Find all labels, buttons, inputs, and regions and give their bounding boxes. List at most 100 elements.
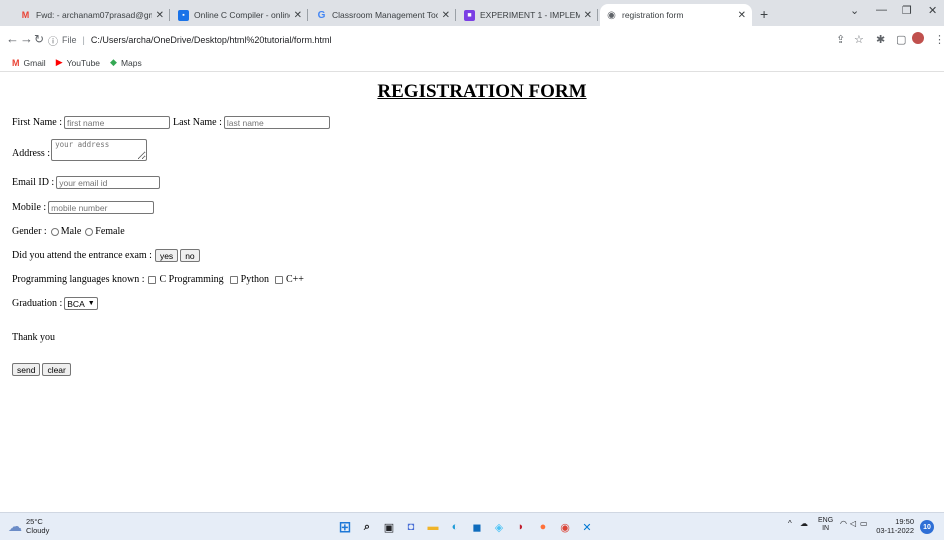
tab-gmail[interactable]: M Fwd: - archanam07prasad@gmai ✕ <box>14 4 170 26</box>
chrome-icon[interactable]: ◉ <box>556 518 574 536</box>
address-label: Address : <box>12 148 51 159</box>
reload-icon[interactable]: ↻ <box>34 32 44 46</box>
gmail-icon: M <box>12 57 20 68</box>
back-arrow-icon[interactable]: ← <box>6 32 19 46</box>
store-icon[interactable]: ◼ <box>468 518 486 536</box>
onedrive-icon[interactable]: ☁ <box>800 519 808 528</box>
globe-icon: ◉ <box>607 9 616 21</box>
clear-button[interactable]: clear <box>42 363 71 376</box>
tab-experiment[interactable]: ■ EXPERIMENT 1 - IMPLEMENT STA ✕ <box>458 4 598 26</box>
thank-you-text: Thank you <box>12 332 56 343</box>
vscode-icon[interactable]: ✕ <box>578 518 596 536</box>
lang-cpp-label: C++ <box>286 274 304 285</box>
gender-male-radio[interactable] <box>50 227 59 236</box>
actions-row: send clear <box>12 363 71 376</box>
first-name-input[interactable] <box>64 116 170 129</box>
tab-title: EXPERIMENT 1 - IMPLEMENT STA <box>480 10 580 20</box>
language-indicator[interactable]: ENG IN <box>818 517 833 533</box>
graduation-select[interactable]: BCA ▼ <box>64 297 98 310</box>
taskbar: ☁ 25°C Cloudy ⊞ ⌕ ▣ ◘ ▬ ◐ ◼ ◈ ◗ ● ◉ ✕ ^ … <box>0 512 944 540</box>
forward-arrow-icon[interactable]: → <box>20 32 33 46</box>
minimize-icon[interactable]: — <box>876 4 887 16</box>
mobile-row: Mobile : <box>12 201 155 214</box>
wifi-icon[interactable]: ◠ <box>840 519 847 528</box>
bookmark-star-icon[interactable]: ☆ <box>854 33 864 46</box>
google-icon: G <box>317 9 326 21</box>
search-icon[interactable]: ⌕ <box>358 518 376 536</box>
tab-classroom-tools[interactable]: G Classroom Management Tools & ✕ <box>310 4 456 26</box>
bookmark-label: Gmail <box>23 57 46 68</box>
mobile-input[interactable] <box>48 201 155 214</box>
window-close-icon[interactable]: ✕ <box>928 4 937 17</box>
tab-title: Classroom Management Tools & <box>332 10 438 20</box>
tab-title: Fwd: - archanam07prasad@gmai <box>36 10 152 20</box>
page-content: REGISTRATION FORM First Name : Last Name… <box>0 73 944 513</box>
address-row: Address : <box>12 139 148 161</box>
task-view-icon[interactable]: ▣ <box>380 518 398 536</box>
tab-registration-form[interactable]: ◉ registration form ✕ <box>600 4 752 26</box>
system-clock[interactable]: 19:50 03-11-2022 <box>872 517 914 535</box>
lang-c-label: C Programming <box>159 274 224 285</box>
mcafee-icon[interactable]: ◗ <box>512 518 530 536</box>
close-icon[interactable]: ✕ <box>442 10 450 21</box>
chevron-down-icon[interactable]: ⌄ <box>850 4 859 17</box>
bookmarks-bar: M Gmail ▶ YouTube ◆ Maps <box>0 54 944 72</box>
lang-c-checkbox[interactable] <box>148 275 157 284</box>
graduation-label: Graduation : <box>12 298 63 309</box>
windows-start-icon[interactable]: ⊞ <box>336 518 354 536</box>
exam-yes-button[interactable]: yes <box>154 249 179 262</box>
language-region: IN <box>822 525 830 532</box>
close-icon[interactable]: ✕ <box>294 10 302 21</box>
chat-icon[interactable]: ◘ <box>402 518 420 536</box>
bookmark-label: YouTube <box>66 57 101 68</box>
extensions-icon[interactable]: ✱ <box>876 33 885 46</box>
restore-icon[interactable]: ❐ <box>902 4 912 17</box>
gender-female-label: Female <box>95 226 125 237</box>
new-tab-button[interactable]: + <box>760 6 768 22</box>
browser-toolbar: ← → ↻ ⓘ File | C:/Users/archa/OneDrive/D… <box>0 26 944 54</box>
info-icon[interactable]: ⓘ <box>48 33 58 48</box>
menu-kebab-icon[interactable]: ⋮ <box>934 33 944 46</box>
address-textarea[interactable] <box>51 139 148 161</box>
email-input[interactable] <box>56 176 161 189</box>
edge-icon[interactable]: ◐ <box>446 518 464 536</box>
lang-cpp-checkbox[interactable] <box>275 275 283 284</box>
bookmark-maps[interactable]: ◆ Maps <box>110 57 142 68</box>
volume-icon[interactable]: ◁ <box>850 519 856 528</box>
email-label: Email ID : <box>12 177 55 188</box>
send-button[interactable]: send <box>12 363 41 376</box>
graduation-row: Graduation : BCA ▼ <box>12 297 98 310</box>
tab-title: registration form <box>622 10 684 20</box>
thank-you-row: Thank you <box>12 332 55 343</box>
tab-title: Online C Compiler - online editor <box>194 10 290 20</box>
clock-time: 19:50 <box>895 517 914 526</box>
youtube-icon: ▶ <box>55 57 63 67</box>
file-explorer-icon[interactable]: ▬ <box>424 518 442 536</box>
weather-widget[interactable]: ☁ 25°C Cloudy <box>8 517 49 535</box>
graduation-selected-value: BCA <box>67 298 85 309</box>
lang-python-checkbox[interactable] <box>229 275 238 284</box>
notification-badge[interactable]: 10 <box>920 520 934 534</box>
firefox-icon[interactable]: ● <box>534 518 552 536</box>
address-bar[interactable]: ⓘ File | C:/Users/archa/OneDrive/Desktop… <box>48 30 848 50</box>
close-icon[interactable]: ✕ <box>738 10 746 21</box>
gender-label: Gender : <box>12 226 47 237</box>
bookmark-youtube[interactable]: ▶ YouTube <box>56 57 100 68</box>
battery-icon[interactable]: ▭ <box>860 519 868 528</box>
bookmark-label: Maps <box>120 57 142 68</box>
share-icon[interactable]: ⇪ <box>836 33 845 46</box>
languages-row: Programming languages known : C Programm… <box>12 274 304 285</box>
last-name-input[interactable] <box>223 116 330 129</box>
url-divider: | <box>82 35 85 45</box>
close-icon[interactable]: ✕ <box>584 10 592 21</box>
exam-no-button[interactable]: no <box>180 249 200 262</box>
cloud-icon: ☁ <box>8 517 22 534</box>
close-icon[interactable]: ✕ <box>156 10 164 21</box>
chevron-up-icon[interactable]: ^ <box>788 519 792 528</box>
bookmark-gmail[interactable]: M Gmail <box>12 58 46 68</box>
side-panel-icon[interactable]: ▢ <box>896 33 906 46</box>
vpn-app-icon[interactable]: ◈ <box>490 518 508 536</box>
tab-online-compiler[interactable]: ▪ Online C Compiler - online editor ✕ <box>172 4 308 26</box>
gender-female-radio[interactable] <box>85 227 94 236</box>
avatar[interactable] <box>912 32 924 44</box>
